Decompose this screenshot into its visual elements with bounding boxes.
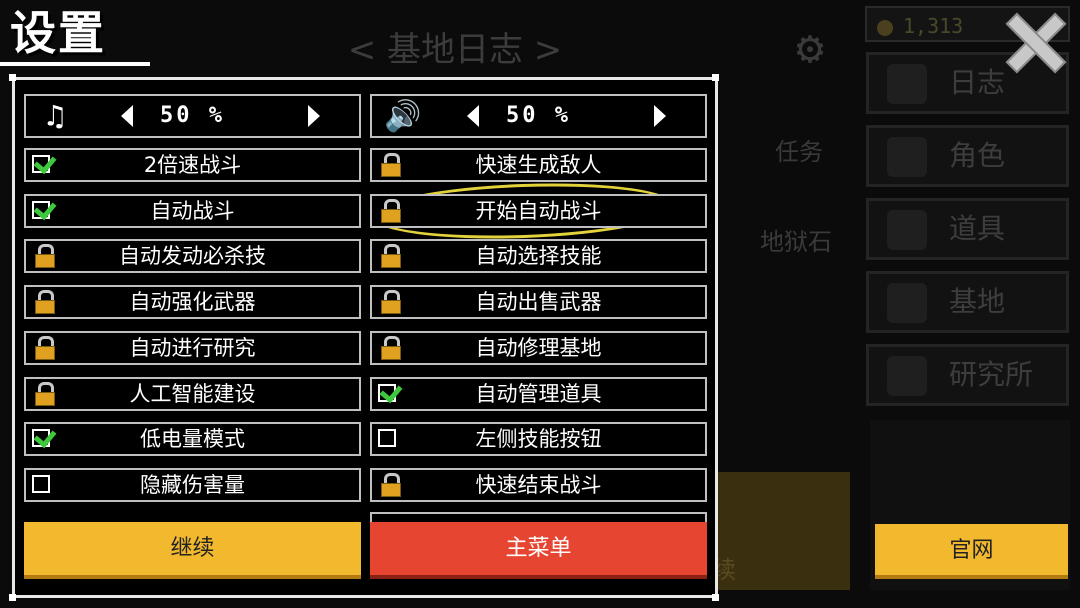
option-label: 快速生成敌人 — [475, 153, 602, 177]
option-label: 自动战斗 — [150, 198, 235, 223]
option-label: 自动强化武器 — [129, 290, 256, 315]
option-label: 自动出售武器 — [475, 290, 602, 315]
nav-lab: 研究所 — [866, 344, 1069, 406]
resource-value: 1,313 — [903, 14, 964, 38]
bg-side-stone: 地狱石 — [760, 228, 832, 256]
option-label: 自动选择技能 — [475, 244, 602, 269]
option-row[interactable]: 自动强化武器 — [24, 285, 361, 320]
option-label: 自动发动必杀技 — [119, 244, 266, 269]
option-label: 人工智能建设 — [129, 381, 256, 406]
option-row[interactable]: 隐藏伤害量 — [24, 467, 361, 502]
sound-volume-control: 🔊 50 % — [370, 94, 707, 138]
option-label: 2倍速战斗 — [143, 153, 242, 177]
option-row[interactable]: 2倍速战斗 — [24, 148, 361, 182]
option-row[interactable]: 自动管理道具 — [370, 376, 707, 411]
option-row[interactable]: 低电量模式 — [24, 422, 361, 457]
bg-side-quest: 任务 — [775, 138, 823, 166]
option-label: 自动修理基地 — [475, 335, 602, 360]
option-row[interactable]: 自动发动必杀技 — [24, 239, 361, 274]
option-row[interactable]: 快速结束战斗 — [370, 467, 707, 502]
nav-base: 基地 — [866, 271, 1069, 333]
main-menu-button[interactable]: 主菜单 — [370, 522, 707, 579]
page-title: 设置 — [10, 6, 106, 60]
sound-increase-button[interactable] — [654, 105, 666, 127]
gear-icon: ⚙ — [796, 20, 824, 74]
continue-button[interactable]: 继续 — [24, 522, 361, 579]
nav-base-label: 基地 — [949, 285, 1006, 318]
option-row[interactable]: 自动进行研究 — [24, 330, 361, 365]
base-icon — [887, 283, 927, 323]
character-icon — [887, 137, 927, 177]
option-label: 隐藏伤害量 — [140, 472, 245, 497]
nav-character: 角色 — [866, 125, 1069, 187]
music-volume-control: ♫ 50 % — [24, 94, 361, 138]
music-increase-button[interactable] — [308, 105, 320, 127]
nav-log-label: 日志 — [949, 66, 1006, 99]
option-row[interactable]: 左侧技能按钮 — [370, 422, 707, 457]
option-label: 左侧技能按钮 — [475, 427, 602, 452]
official-site-button[interactable]: 官网 — [875, 524, 1068, 579]
option-label: 自动管理道具 — [475, 381, 602, 406]
option-row[interactable]: 快速生成敌人 — [370, 148, 707, 182]
close-icon[interactable] — [1004, 12, 1062, 70]
coin-icon — [877, 19, 893, 36]
nav-lab-label: 研究所 — [949, 358, 1034, 391]
nav-items: 道具 — [866, 198, 1069, 260]
title-underline — [0, 62, 150, 66]
log-icon — [887, 64, 927, 104]
shield-icon — [887, 210, 927, 250]
option-label: 快速结束战斗 — [475, 472, 602, 497]
nav-items-label: 道具 — [949, 212, 1006, 245]
option-row[interactable]: 人工智能建设 — [24, 376, 361, 411]
background-header: < 基地日志 > — [347, 30, 563, 70]
option-row[interactable]: 自动出售武器 — [370, 285, 707, 320]
panel-corner — [712, 594, 719, 601]
option-row-partial — [370, 512, 707, 522]
option-label: 低电量模式 — [140, 427, 245, 452]
flask-icon — [887, 356, 927, 396]
panel-corner — [9, 74, 16, 81]
option-label: 自动进行研究 — [129, 335, 256, 360]
option-row[interactable]: 自动修理基地 — [370, 330, 707, 365]
option-row[interactable]: 自动战斗 — [24, 193, 361, 228]
panel-corner — [9, 594, 16, 601]
nav-character-label: 角色 — [949, 139, 1006, 172]
option-row[interactable]: 自动选择技能 — [370, 239, 707, 274]
option-label: 开始自动战斗 — [475, 198, 602, 223]
panel-corner — [712, 74, 719, 81]
option-row[interactable]: 开始自动战斗 — [370, 193, 707, 228]
